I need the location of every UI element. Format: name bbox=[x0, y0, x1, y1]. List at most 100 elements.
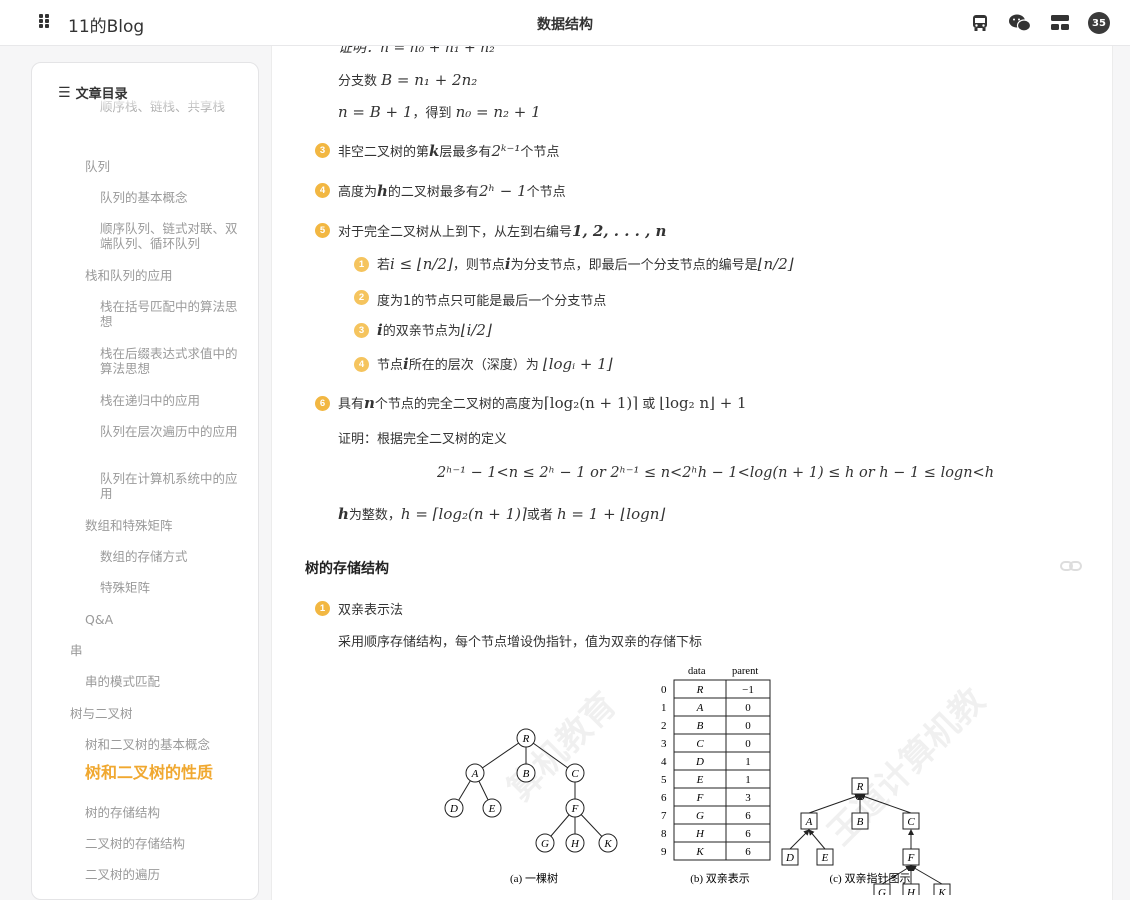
toc-item[interactable]: 串 bbox=[70, 643, 242, 658]
table-index: 1 bbox=[661, 702, 667, 714]
table-data: B bbox=[697, 720, 704, 732]
table-index: 2 bbox=[661, 720, 667, 732]
table-data: H bbox=[695, 828, 705, 840]
toc-title: 文章目录 bbox=[75, 87, 128, 102]
layout-icon[interactable] bbox=[1048, 11, 1072, 35]
pointer-arrow bbox=[808, 829, 826, 850]
anchor-link-icon[interactable] bbox=[1060, 558, 1082, 577]
toc-item[interactable]: 顺序队列、链式对联、双端队列、循环队列 bbox=[100, 221, 242, 251]
section-heading: 树的存储结构 bbox=[305, 561, 389, 577]
toc-item[interactable]: 队列 bbox=[85, 159, 242, 174]
branch-count-line: 分支数 B = n₁ + 2n₂ bbox=[338, 71, 478, 89]
tree-node-label: A bbox=[471, 768, 479, 780]
toc-item[interactable]: 栈在递归中的应用 bbox=[100, 393, 242, 408]
table-parent: −1 bbox=[742, 684, 754, 696]
table-index: 9 bbox=[661, 846, 667, 858]
tree-node-label: D bbox=[449, 803, 458, 815]
toc-item[interactable]: 串的模式匹配 bbox=[85, 674, 242, 689]
top-bar: 11的Blog 数据结构 35 bbox=[0, 0, 1130, 46]
pointer-node-label: H bbox=[906, 887, 916, 895]
toc-item[interactable]: 队列的基本概念 bbox=[100, 190, 242, 205]
pointer-node-label: G bbox=[878, 887, 886, 895]
pointer-node-label: R bbox=[856, 781, 864, 793]
table-data: A bbox=[696, 702, 704, 714]
table-data: G bbox=[696, 810, 704, 822]
wechat-icon[interactable] bbox=[1008, 11, 1032, 35]
list-number: 6 bbox=[315, 396, 330, 411]
property-3: 非空二叉树的第k层最多有2ᵏ⁻¹个节点 bbox=[338, 142, 560, 160]
tree-node-label: K bbox=[603, 838, 612, 850]
parent-representation-desc: 采用顺序存储结构，每个节点增设伪指针，值为双亲的存储下标 bbox=[338, 635, 703, 650]
toc-item[interactable]: 树与二叉树 bbox=[70, 706, 242, 721]
toc-item[interactable]: 数组和特殊矩阵 bbox=[85, 518, 242, 533]
proof-line: 证明：n = n₀ + n₁ + n₂ bbox=[338, 46, 495, 56]
notification-badge[interactable]: 35 bbox=[1088, 12, 1110, 34]
table-data: D bbox=[695, 756, 704, 768]
page-title: 数据结构 bbox=[537, 17, 593, 33]
list-number: 2 bbox=[354, 290, 369, 305]
table-index: 8 bbox=[661, 828, 667, 840]
toc-sidebar: 顺序栈、链栈、共享栈队列队列的基本概念顺序队列、链式对联、双端队列、循环队列栈和… bbox=[31, 62, 259, 900]
list-number: 4 bbox=[315, 183, 330, 198]
list-number: 3 bbox=[354, 323, 369, 338]
table-data: E bbox=[696, 774, 704, 786]
node-equation-line: n = B + 1，得到 n₀ = n₂ + 1 bbox=[338, 103, 541, 121]
table-index: 0 bbox=[661, 684, 667, 696]
toc-item[interactable]: 栈和队列的应用 bbox=[85, 268, 242, 283]
pointer-node-label: E bbox=[821, 852, 829, 864]
pointer-node-label: B bbox=[857, 816, 864, 828]
table-index: 3 bbox=[661, 738, 667, 750]
toc-item[interactable]: 树和二叉树的基本概念 bbox=[85, 737, 242, 752]
grid-menu-icon[interactable] bbox=[39, 14, 51, 28]
toc-item[interactable]: 栈在括号匹配中的算法思想 bbox=[100, 299, 242, 329]
caption-b: (b) 双亲表示 bbox=[690, 871, 750, 885]
height-conclusion: h为整数，h = ⌈log₂(n + 1)⌉或者 h = 1 + ⌊logn⌋ bbox=[338, 505, 666, 523]
table-data: K bbox=[695, 846, 704, 858]
table-data: R bbox=[696, 684, 704, 696]
proof-line-2: 证明：根据完全二叉树的定义 bbox=[338, 432, 508, 447]
table-index: 7 bbox=[661, 810, 667, 822]
table-parent: 0 bbox=[745, 702, 751, 714]
pointer-node-label: C bbox=[907, 816, 915, 828]
tree-node-label: B bbox=[523, 768, 530, 780]
table-index: 6 bbox=[661, 792, 667, 804]
parent-representation-figure: 算机教育 王道计算机教 R A B C D E F G H K (a) 一棵树 data parent 0… bbox=[422, 660, 993, 895]
pointer-node-label: F bbox=[907, 852, 915, 864]
property-5-4: 节点i所在的层次（深度）为 ⌊logᵢ + 1⌋ bbox=[377, 355, 613, 373]
list-icon: ☰ bbox=[58, 84, 71, 101]
tree-node-label: C bbox=[571, 768, 579, 780]
tree-node-label: F bbox=[571, 803, 579, 815]
toc-item[interactable]: 队列在计算机系统中的应用 bbox=[100, 471, 242, 501]
toc-item[interactable]: 数组的存储方式 bbox=[100, 549, 242, 564]
toc-item[interactable]: 栈在后缀表达式求值中的算法思想 bbox=[100, 346, 242, 376]
toc-item-active[interactable]: 树和二叉树的性质 bbox=[85, 765, 242, 781]
table-parent: 6 bbox=[745, 828, 751, 840]
toc-item[interactable]: 特殊矩阵 bbox=[100, 580, 242, 595]
table-parent: 6 bbox=[745, 810, 751, 822]
toc-item[interactable]: Q&A bbox=[85, 612, 242, 627]
tree-node-label: E bbox=[488, 803, 496, 815]
property-5-1: 若i ≤ ⌊n/2⌋，则节点i为分支节点，即最后一个分支节点的编号是⌊n/2⌋ bbox=[377, 255, 794, 273]
toc-item[interactable]: 二叉树的存储结构 bbox=[85, 836, 242, 851]
pointer-arrow bbox=[859, 793, 912, 814]
table-parent: 1 bbox=[745, 756, 751, 768]
tree-node-label: H bbox=[570, 838, 580, 850]
toc-item[interactable]: 二叉树的遍历 bbox=[85, 867, 242, 882]
toc-header: ☰ 文章目录 bbox=[58, 83, 128, 103]
pointer-node-label: D bbox=[785, 852, 794, 864]
height-inequality: 2ʰ⁻¹ − 1<n ≤ 2ʰ − 1 or 2ʰ⁻¹ ≤ n<2ʰh − 1<… bbox=[437, 465, 995, 481]
pointer-arrow bbox=[910, 865, 943, 885]
bus-icon[interactable] bbox=[968, 11, 992, 35]
toc-item[interactable]: 队列在层次遍历中的应用 bbox=[100, 424, 242, 439]
site-title[interactable]: 11的Blog bbox=[68, 12, 144, 37]
table-parent: 0 bbox=[745, 720, 751, 732]
toc-item[interactable]: 树的存储结构 bbox=[85, 805, 242, 820]
list-number: 1 bbox=[354, 257, 369, 272]
pointer-node-label: A bbox=[805, 816, 813, 828]
table-parent: 3 bbox=[745, 792, 751, 804]
table-header: parent bbox=[732, 666, 758, 677]
table-index: 5 bbox=[661, 774, 667, 786]
list-number: 1 bbox=[315, 601, 330, 616]
article-content: 证明：n = n₀ + n₁ + n₂ 分支数 B = n₁ + 2n₂ n =… bbox=[271, 46, 1113, 900]
table-data: F bbox=[696, 792, 704, 804]
